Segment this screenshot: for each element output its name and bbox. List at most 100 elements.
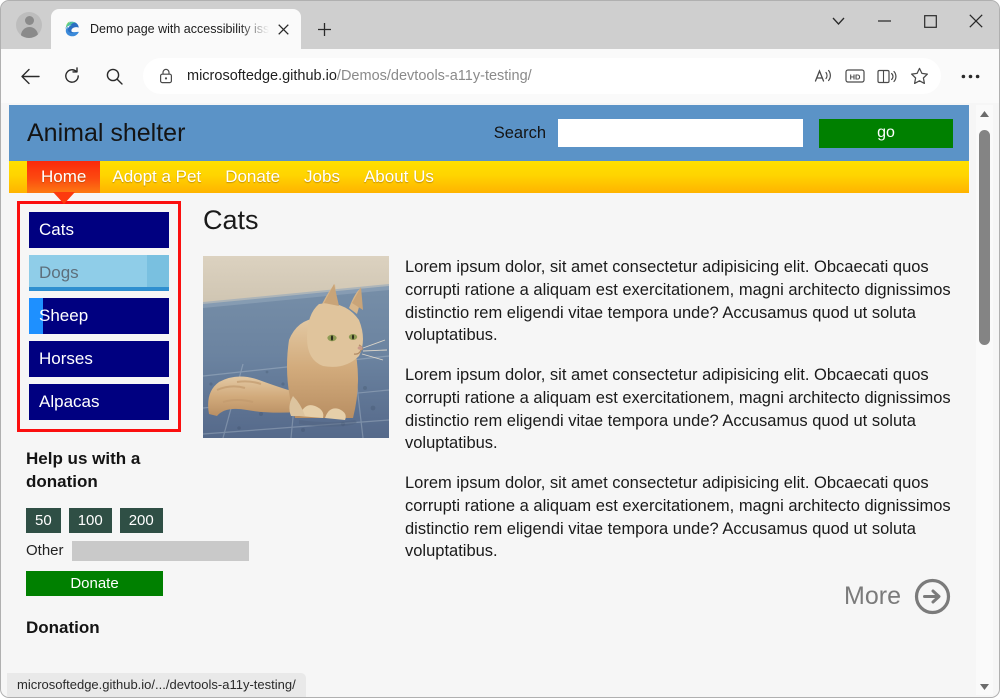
url-domain: microsoftedge.github.io (187, 68, 337, 84)
read-aloud-button[interactable] (807, 60, 839, 92)
chevron-down-icon (832, 17, 845, 26)
article-paragraph: Lorem ipsum dolor, sit amet consectetur … (405, 256, 951, 347)
lock-icon (157, 67, 175, 85)
category-item-alpacas[interactable]: Alpacas (29, 384, 169, 420)
minimize-button[interactable] (861, 1, 907, 41)
page-viewport: Animal shelter Search go Home Adopt a Pe… (1, 103, 999, 697)
search-button[interactable] (96, 58, 132, 94)
svg-text:HD: HD (850, 73, 861, 82)
immersive-reader-button[interactable] (871, 60, 903, 92)
nav-item-donate[interactable]: Donate (213, 161, 292, 193)
tab-actions-button[interactable] (815, 1, 861, 41)
hd-video-button[interactable]: HD (839, 60, 871, 92)
donation-widget: Help us with a donation 50 100 200 Other… (17, 432, 180, 638)
ellipsis-more-icon (961, 74, 980, 79)
page-scrollbar[interactable] (976, 105, 993, 695)
window-controls (815, 1, 999, 41)
edge-logo-icon (63, 20, 81, 38)
donation-amount-group: 50 100 200 (26, 508, 180, 533)
nav-item-about-us[interactable]: About Us (352, 161, 446, 193)
donation-amount-100[interactable]: 100 (69, 508, 112, 533)
category-label: Sheep (39, 306, 88, 326)
donation-heading: Help us with a donation (26, 448, 180, 494)
omnibox-actions: HD (807, 60, 935, 92)
status-url-bubble: microsoftedge.github.io/.../devtools-a11… (7, 673, 306, 697)
scroll-up-button[interactable] (976, 105, 993, 122)
immersive-reader-icon (877, 68, 897, 85)
category-item-horses[interactable]: Horses (29, 341, 169, 377)
address-bar[interactable]: microsoftedge.github.io/Demos/devtools-a… (143, 58, 941, 94)
hd-video-icon: HD (845, 68, 865, 84)
nav-item-home[interactable]: Home (27, 161, 100, 193)
scroll-down-button[interactable] (976, 678, 993, 695)
article: Lorem ipsum dolor, sit amet consectetur … (203, 256, 951, 615)
browser-window: Demo page with accessibility issu (0, 0, 1000, 698)
article-text: Lorem ipsum dolor, sit amet consectetur … (405, 256, 951, 615)
category-label: Dogs (39, 263, 79, 283)
url-path: /Demos/devtools-a11y-testing/ (337, 68, 532, 84)
category-item-sheep[interactable]: Sheep (29, 298, 169, 334)
search-icon (106, 68, 123, 85)
close-window-button[interactable] (953, 1, 999, 41)
donation-amount-50[interactable]: 50 (26, 508, 61, 533)
nav-item-adopt-a-pet[interactable]: Adopt a Pet (100, 161, 213, 193)
refresh-button[interactable] (54, 58, 90, 94)
sidebar: Cats Dogs Sheep Horses Alpacas (9, 193, 181, 638)
star-favorite-icon (910, 67, 929, 85)
article-paragraph: Lorem ipsum dolor, sit amet consectetur … (405, 364, 951, 455)
chevron-up-icon (980, 111, 989, 117)
page-content: Cats Dogs Sheep Horses Alpacas (9, 193, 969, 638)
donation-other-label: Other (26, 542, 64, 559)
category-list-highlight: Cats Dogs Sheep Horses Alpacas (17, 201, 181, 432)
tab-title: Demo page with accessibility issu (90, 22, 271, 36)
scrollbar-track[interactable] (976, 122, 993, 678)
category-label: Horses (39, 349, 93, 369)
settings-more-button[interactable] (952, 58, 988, 94)
donation-section-heading: Donation (26, 618, 180, 638)
donation-other-row: Other (26, 541, 180, 561)
search-input[interactable] (558, 119, 803, 147)
close-icon (969, 14, 983, 28)
category-item-dogs[interactable]: Dogs (29, 255, 169, 291)
favorite-button[interactable] (903, 60, 935, 92)
arrow-right-circle-icon (914, 578, 951, 615)
account-avatar-icon (16, 12, 42, 38)
cat-photo-image (203, 256, 389, 438)
close-icon[interactable] (271, 17, 295, 41)
donate-submit-button[interactable]: Donate (26, 571, 163, 596)
main-content: Cats (181, 193, 969, 638)
site-title: Animal shelter (27, 119, 185, 148)
site-search: Search go (494, 119, 953, 148)
category-item-cats[interactable]: Cats (29, 212, 169, 248)
category-label: Alpacas (39, 392, 99, 412)
page-title: Cats (203, 205, 951, 236)
browser-tab[interactable]: Demo page with accessibility issu (51, 9, 301, 49)
read-aloud-icon (814, 68, 833, 85)
search-label: Search (494, 124, 546, 143)
maximize-icon (924, 15, 937, 28)
web-page: Animal shelter Search go Home Adopt a Pe… (9, 105, 969, 697)
donation-amount-200[interactable]: 200 (120, 508, 163, 533)
tab-strip: Demo page with accessibility issu (1, 1, 999, 49)
site-header: Animal shelter Search go (9, 105, 969, 161)
maximize-button[interactable] (907, 1, 953, 41)
refresh-icon (63, 67, 81, 85)
article-paragraph: Lorem ipsum dolor, sit amet consectetur … (405, 472, 951, 563)
cat-photo (203, 256, 389, 438)
address-bar-url: microsoftedge.github.io/Demos/devtools-a… (187, 68, 807, 84)
more-link[interactable]: More (405, 578, 951, 615)
back-arrow-icon (21, 68, 40, 85)
chevron-down-icon (980, 684, 989, 690)
nav-item-jobs[interactable]: Jobs (292, 161, 352, 193)
scrollbar-thumb[interactable] (979, 130, 990, 345)
profile-button[interactable] (7, 5, 51, 45)
minimize-icon (878, 20, 891, 22)
search-go-button[interactable]: go (819, 119, 953, 148)
site-navigation: Home Adopt a Pet Donate Jobs About Us (9, 161, 969, 193)
plus-icon (317, 22, 332, 37)
browser-toolbar: microsoftedge.github.io/Demos/devtools-a… (1, 49, 999, 103)
new-tab-button[interactable] (307, 12, 341, 46)
category-label: Cats (39, 220, 74, 240)
more-label: More (844, 582, 901, 611)
back-button[interactable] (12, 58, 48, 94)
